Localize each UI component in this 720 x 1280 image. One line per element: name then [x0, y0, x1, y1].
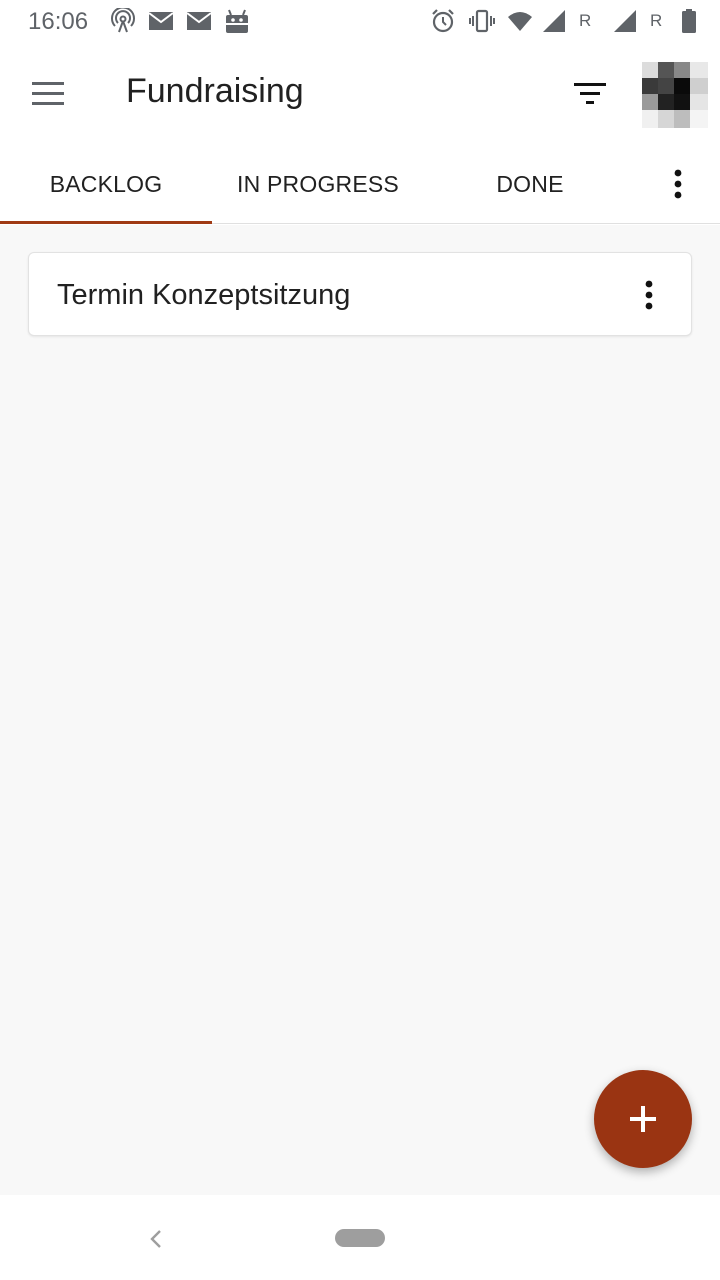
task-title: Termin Konzeptsitzung	[57, 279, 351, 311]
tab-label: DONE	[496, 170, 564, 197]
hamburger-menu-icon[interactable]	[26, 74, 70, 114]
signal-icon	[543, 10, 565, 32]
more-vert-icon[interactable]	[656, 162, 700, 206]
tab-label: IN PROGRESS	[237, 170, 399, 197]
mail-icon	[148, 12, 174, 30]
filter-icon[interactable]	[568, 74, 612, 114]
plus-icon	[630, 1106, 656, 1132]
battery-icon	[682, 9, 696, 33]
roaming-indicator: R	[579, 11, 592, 30]
app-bar: Fundraising	[0, 44, 720, 144]
status-bar: 16:06 R R	[0, 0, 720, 44]
avatar[interactable]	[642, 62, 708, 128]
tab-done[interactable]: DONE	[424, 144, 636, 224]
home-pill[interactable]	[335, 1229, 385, 1247]
vibrate-icon	[469, 9, 495, 33]
navigation-bar	[0, 1195, 720, 1280]
android-icon	[226, 9, 248, 33]
mail-icon	[186, 12, 212, 30]
roaming-indicator: R	[650, 11, 663, 30]
tab-bar: BACKLOG IN PROGRESS DONE	[0, 144, 720, 224]
tab-label: BACKLOG	[49, 170, 163, 197]
tab-in-progress[interactable]: IN PROGRESS	[212, 144, 424, 224]
tab-indicator	[0, 221, 212, 224]
wifi-icon	[508, 12, 532, 31]
page-title: Fundraising	[126, 72, 304, 110]
more-vert-icon[interactable]	[627, 273, 671, 317]
backlog-list: Termin Konzeptsitzung	[0, 225, 720, 1195]
screen: 16:06 R R Fundraising BACKLOG IN PROGRES…	[0, 0, 720, 1280]
back-icon[interactable]	[140, 1223, 172, 1255]
hotspot-icon	[111, 8, 135, 33]
add-task-button[interactable]	[594, 1070, 692, 1168]
task-card[interactable]: Termin Konzeptsitzung	[28, 252, 692, 336]
signal-icon	[614, 10, 636, 32]
status-time: 16:06	[28, 8, 89, 35]
alarm-icon	[432, 9, 454, 33]
tab-backlog[interactable]: BACKLOG	[0, 144, 212, 224]
